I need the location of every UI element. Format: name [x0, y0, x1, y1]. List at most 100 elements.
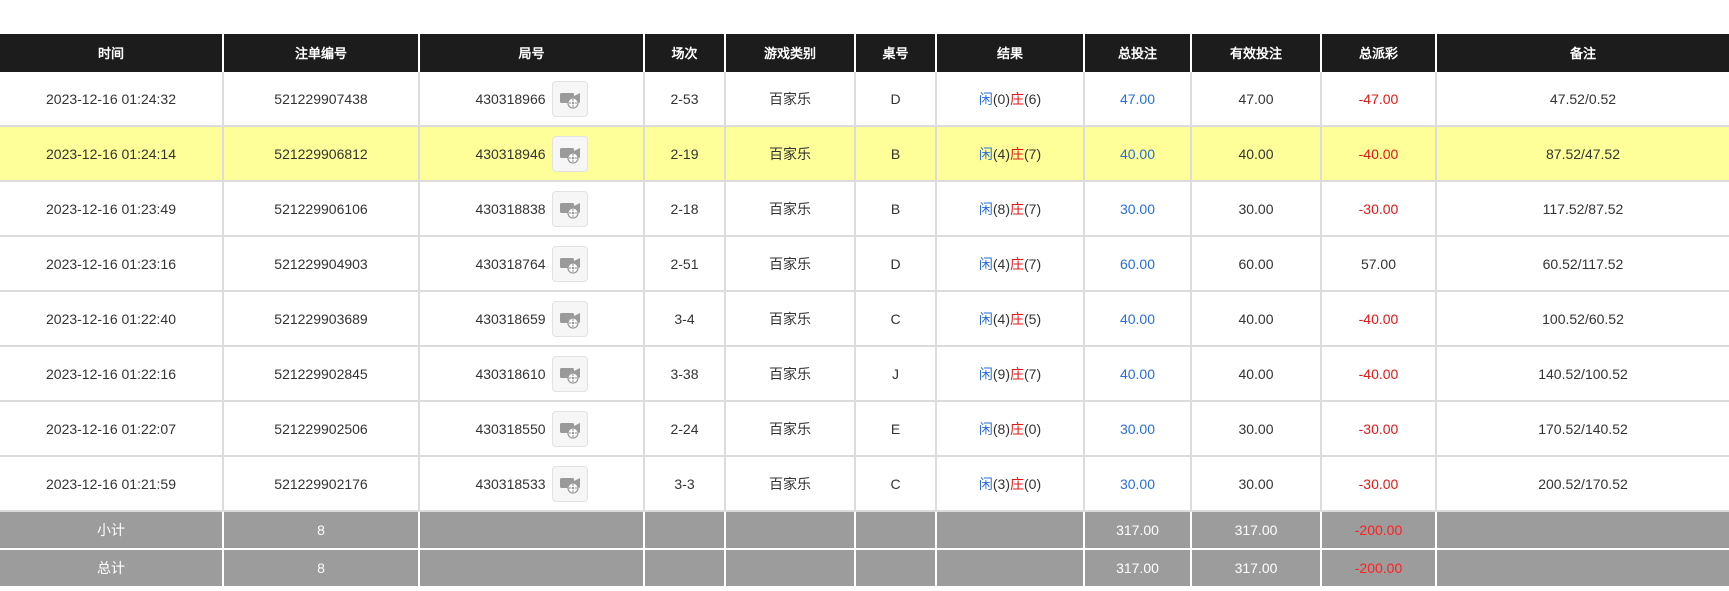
player-score: (8) [992, 200, 1010, 217]
cell-time: 2023-12-16 01:23:49 [0, 181, 223, 237]
cell-total-bet: 30.00 [1083, 401, 1191, 457]
cell-valid-bet: 40.00 [1190, 291, 1321, 347]
player-score: (4) [992, 255, 1010, 272]
banker-score: (7) [1024, 145, 1042, 162]
banker-score: (7) [1024, 200, 1042, 217]
subtotal-payout: -200.00 [1320, 511, 1436, 550]
player-label: 闲 [978, 420, 993, 437]
cell-bet-no: 521229907438 [222, 71, 419, 127]
video-replay-icon[interactable] [551, 80, 588, 117]
subtotal-valid-bet: 317.00 [1190, 511, 1321, 550]
cell-table: B [854, 126, 936, 182]
round-number: 430318838 [475, 200, 546, 217]
cell-valid-bet: 60.00 [1190, 236, 1321, 292]
col-header-note: 备注 [1435, 34, 1729, 72]
table-header-row: 时间 注单编号 局号 场次 游戏类别 桌号 结果 总投注 有效投注 总派彩 备注 [0, 34, 1729, 72]
subtotal-total-bet: 317.00 [1083, 511, 1191, 550]
video-replay-icon[interactable] [551, 355, 588, 392]
cell-session: 2-51 [643, 236, 725, 292]
total-row: 总计 8 317.00 317.00 -200.00 [0, 549, 1729, 588]
cell-game: 百家乐 [724, 346, 855, 402]
video-replay-icon[interactable] [551, 465, 588, 502]
cell-round: 430318659 [418, 291, 644, 347]
player-score: (0) [992, 90, 1010, 107]
cell-round: 430318966 [418, 71, 644, 127]
banker-label: 庄 [1010, 310, 1024, 327]
video-replay-icon[interactable] [551, 300, 588, 337]
col-header-time: 时间 [0, 34, 223, 72]
cell-result: 闲(8)庄(0) [935, 401, 1084, 457]
col-header-bet-no: 注单编号 [222, 34, 419, 72]
player-label: 闲 [978, 90, 993, 107]
player-label: 闲 [978, 310, 993, 327]
cell-note: 140.52/100.52 [1435, 346, 1729, 402]
player-label: 闲 [978, 365, 993, 382]
player-label: 闲 [978, 200, 993, 217]
cell-session: 2-24 [643, 401, 725, 457]
banker-score: (6) [1024, 90, 1042, 107]
video-replay-icon[interactable] [551, 410, 588, 447]
cell-bet-no: 521229904903 [222, 236, 419, 292]
video-replay-icon[interactable] [551, 135, 588, 172]
cell-time: 2023-12-16 01:22:07 [0, 401, 223, 457]
cell-payout: -47.00 [1320, 71, 1436, 127]
cell-valid-bet: 30.00 [1190, 401, 1321, 457]
banker-score: (5) [1024, 310, 1042, 327]
table-row[interactable]: 2023-12-16 01:24:32 521229907438 4303189… [0, 71, 1729, 127]
banker-score: (7) [1024, 365, 1042, 382]
table-row[interactable]: 2023-12-16 01:24:14 521229906812 4303189… [0, 126, 1729, 182]
round-number: 430318610 [475, 365, 546, 382]
table-row[interactable]: 2023-12-16 01:21:59 521229902176 4303185… [0, 456, 1729, 512]
cell-valid-bet: 30.00 [1190, 181, 1321, 237]
cell-result: 闲(9)庄(7) [935, 346, 1084, 402]
round-number: 430318946 [475, 145, 546, 162]
cell-table: D [854, 236, 936, 292]
cell-session: 3-3 [643, 456, 725, 512]
cell-table: D [854, 71, 936, 127]
table-row[interactable]: 2023-12-16 01:22:16 521229902845 4303186… [0, 346, 1729, 402]
total-label: 总计 [0, 549, 223, 588]
video-replay-icon[interactable] [551, 245, 588, 282]
player-label: 闲 [978, 475, 993, 492]
cell-game: 百家乐 [724, 456, 855, 512]
cell-result: 闲(3)庄(0) [935, 456, 1084, 512]
player-label: 闲 [978, 255, 993, 272]
cell-game: 百家乐 [724, 236, 855, 292]
table-row[interactable]: 2023-12-16 01:23:49 521229906106 4303188… [0, 181, 1729, 237]
cell-bet-no: 521229902506 [222, 401, 419, 457]
cell-time: 2023-12-16 01:22:16 [0, 346, 223, 402]
cell-time: 2023-12-16 01:24:32 [0, 71, 223, 127]
col-header-game: 游戏类别 [724, 34, 855, 72]
cell-game: 百家乐 [724, 71, 855, 127]
cell-total-bet: 60.00 [1083, 236, 1191, 292]
cell-game: 百家乐 [724, 181, 855, 237]
cell-round: 430318550 [418, 401, 644, 457]
cell-valid-bet: 30.00 [1190, 456, 1321, 512]
cell-total-bet: 30.00 [1083, 456, 1191, 512]
cell-payout: -40.00 [1320, 126, 1436, 182]
col-header-round: 局号 [418, 34, 644, 72]
cell-table: J [854, 346, 936, 402]
video-replay-icon[interactable] [551, 190, 588, 227]
col-header-result: 结果 [935, 34, 1084, 72]
cell-round: 430318764 [418, 236, 644, 292]
cell-session: 3-4 [643, 291, 725, 347]
bet-records-panel: 时间 注单编号 局号 场次 游戏类别 桌号 结果 总投注 有效投注 总派彩 备注… [0, 34, 1729, 588]
cell-game: 百家乐 [724, 126, 855, 182]
cell-game: 百家乐 [724, 401, 855, 457]
cell-session: 2-18 [643, 181, 725, 237]
cell-round: 430318838 [418, 181, 644, 237]
cell-valid-bet: 47.00 [1190, 71, 1321, 127]
table-row[interactable]: 2023-12-16 01:22:40 521229903689 4303186… [0, 291, 1729, 347]
cell-bet-no: 521229903689 [222, 291, 419, 347]
cell-time: 2023-12-16 01:23:16 [0, 236, 223, 292]
round-number: 430318550 [475, 420, 546, 437]
col-header-session: 场次 [643, 34, 725, 72]
table-row[interactable]: 2023-12-16 01:23:16 521229904903 4303187… [0, 236, 1729, 292]
cell-valid-bet: 40.00 [1190, 346, 1321, 402]
table-row[interactable]: 2023-12-16 01:22:07 521229902506 4303185… [0, 401, 1729, 457]
banker-label: 庄 [1010, 255, 1024, 272]
player-score: (3) [992, 475, 1010, 492]
cell-table: B [854, 181, 936, 237]
cell-bet-no: 521229906106 [222, 181, 419, 237]
